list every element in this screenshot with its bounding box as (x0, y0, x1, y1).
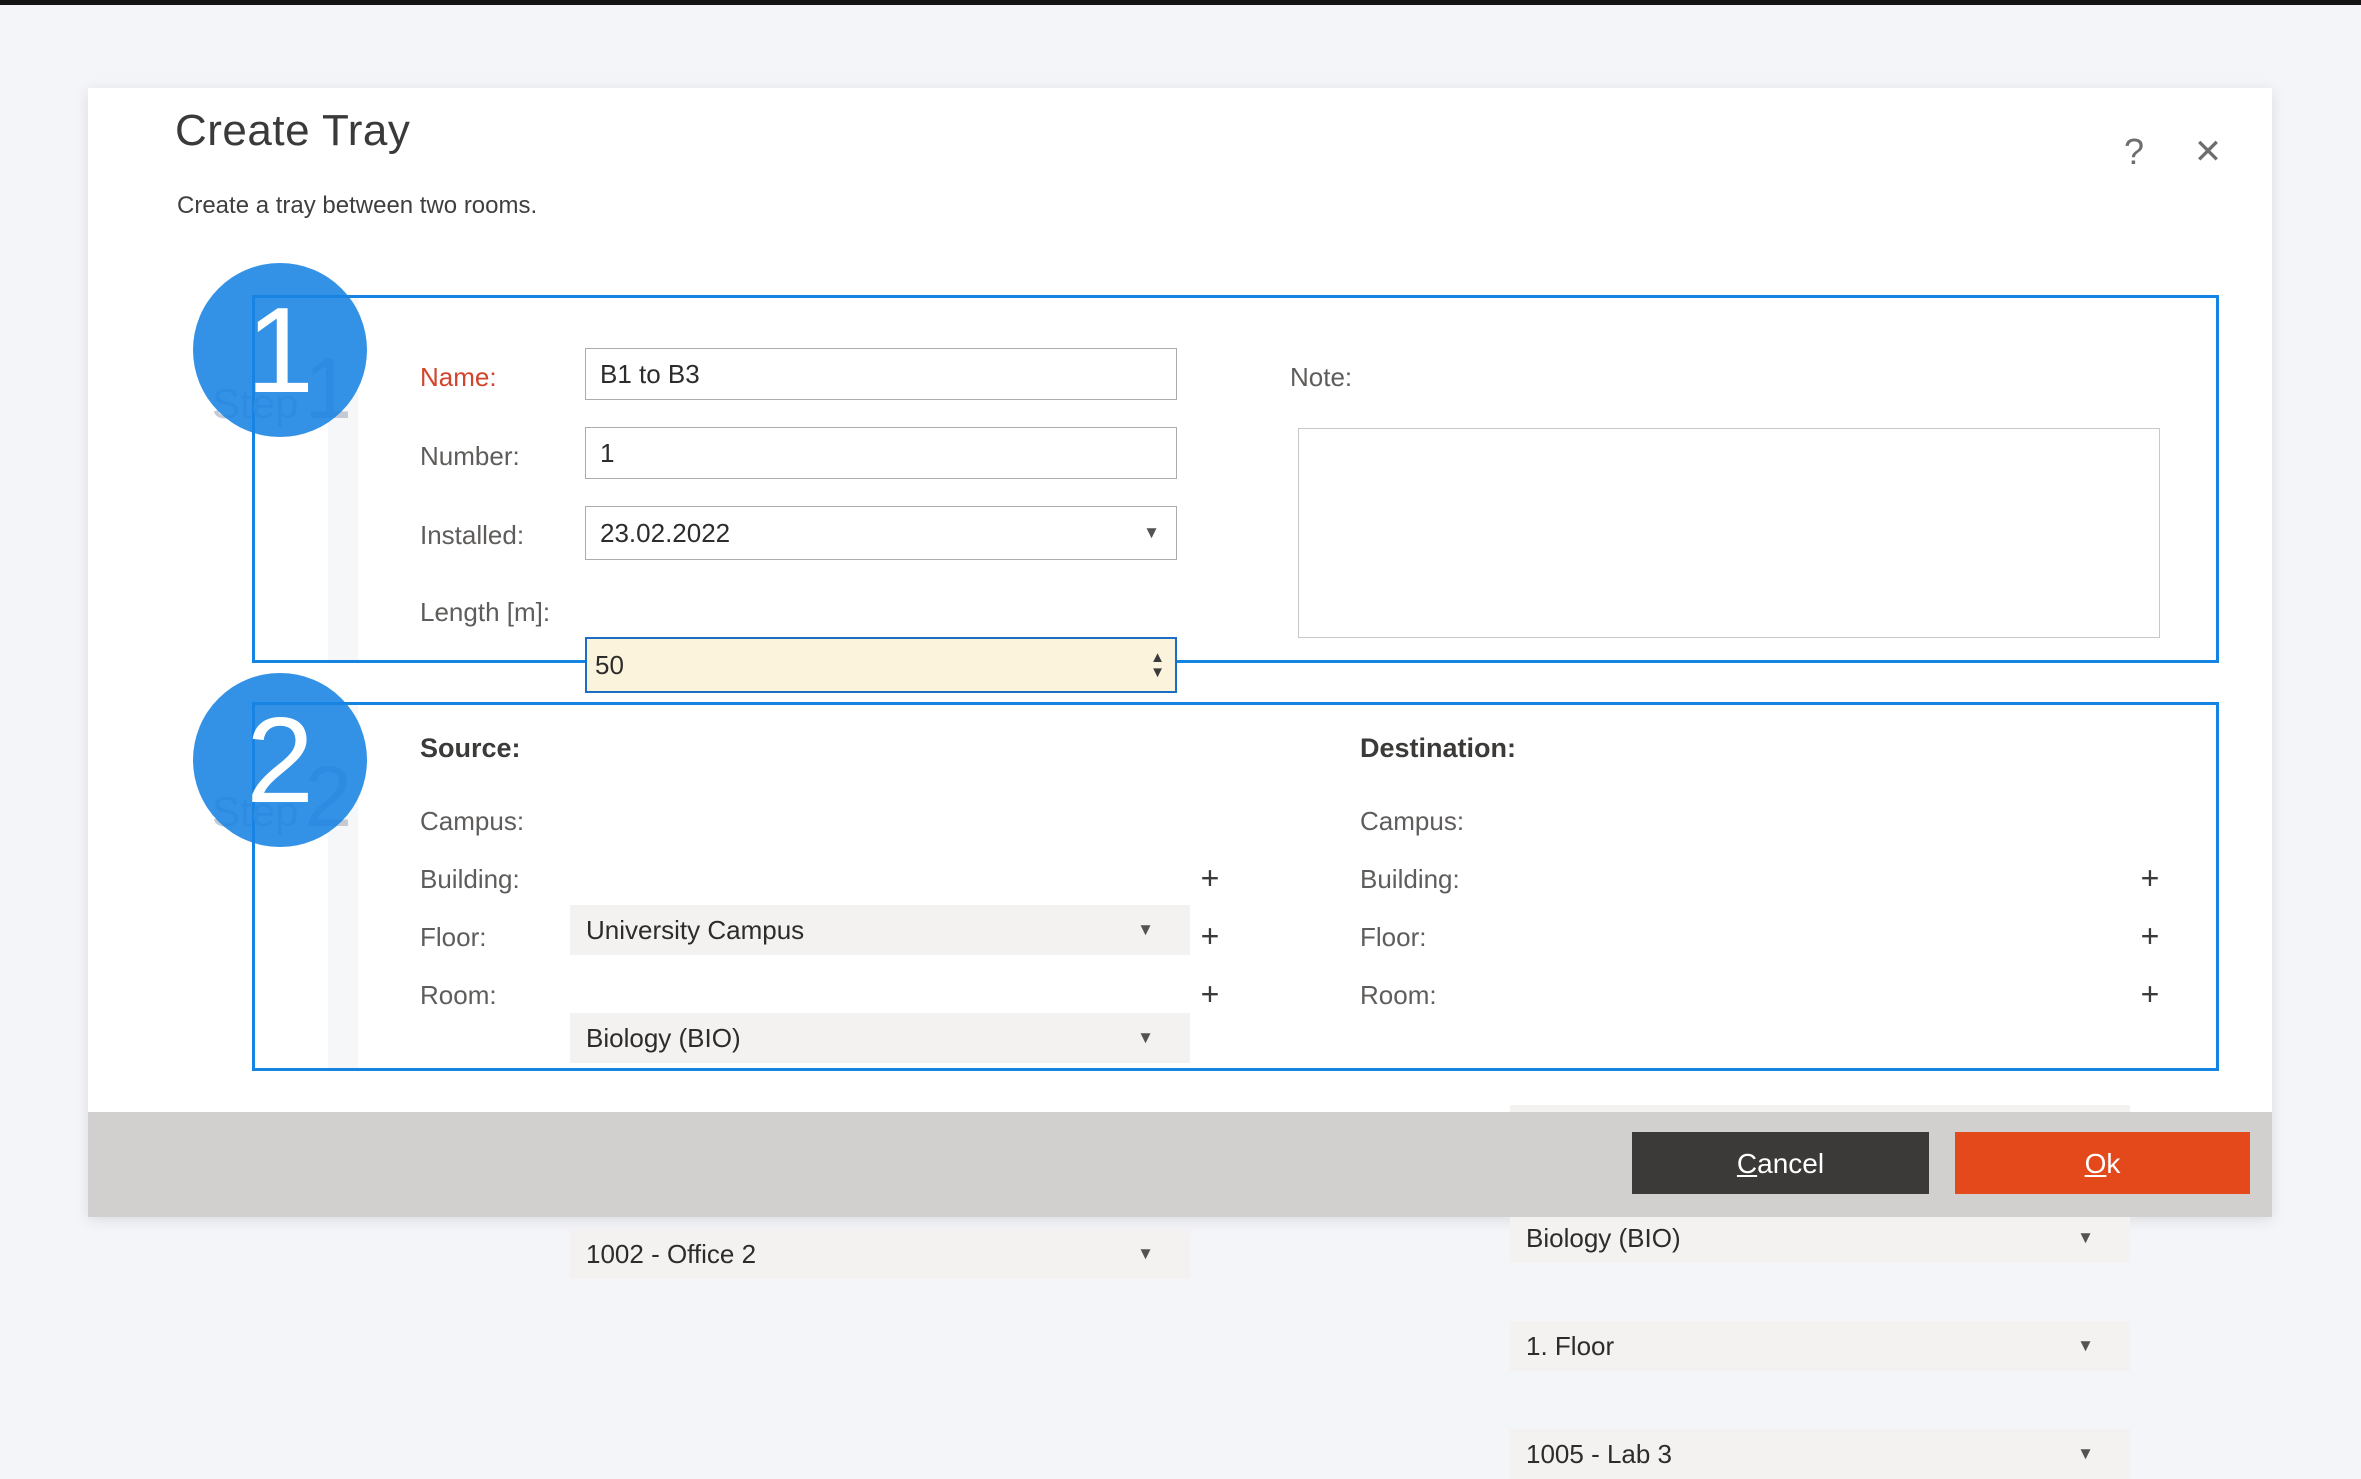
chevron-down-icon[interactable]: ▼ (2077, 1228, 2094, 1248)
source-building-dropdown[interactable]: Biology (BIO) ▼ (570, 1013, 1190, 1063)
source-room-label: Room: (420, 980, 497, 1011)
destination-floor-value: 1. Floor (1526, 1331, 1614, 1362)
source-campus-label: Campus: (420, 806, 524, 837)
step-1-badge-number: 1 (246, 280, 314, 420)
destination-room-dropdown[interactable]: 1005 - Lab 3 ▼ (1510, 1429, 2130, 1479)
source-building-value: Biology (BIO) (586, 1023, 741, 1054)
destination-building-value: Biology (BIO) (1526, 1223, 1681, 1254)
step-2-badge: 2 (193, 673, 367, 847)
number-input[interactable] (585, 427, 1177, 479)
chevron-down-icon[interactable]: ▼ (1137, 1028, 1154, 1048)
dialog-title: Create Tray (175, 106, 410, 156)
top-window-edge (0, 0, 2361, 5)
installed-date-combobox[interactable]: 23.02.2022 ▼ (585, 506, 1177, 560)
step-2-group (252, 702, 2219, 1071)
ok-button[interactable]: Ok (1955, 1132, 2250, 1194)
source-building-add-button[interactable]: + (1192, 856, 1228, 900)
dialog-subtitle: Create a tray between two rooms. (177, 192, 537, 220)
installed-date-value: 23.02.2022 (600, 518, 730, 549)
destination-floor-add-button[interactable]: + (2132, 914, 2168, 958)
destination-room-add-button[interactable]: + (2132, 972, 2168, 1016)
name-input[interactable] (585, 348, 1177, 400)
chevron-down-icon[interactable]: ▼ (1143, 523, 1160, 543)
step-2-badge-number: 2 (246, 690, 314, 830)
note-label: Note: (1290, 362, 1352, 393)
destination-floor-label: Floor: (1360, 922, 1426, 953)
destination-header: Destination: (1360, 733, 1516, 764)
close-icon[interactable]: ✕ (2182, 128, 2234, 176)
step-1-badge: 1 (193, 263, 367, 437)
source-floor-add-button[interactable]: + (1192, 914, 1228, 958)
source-campus-value: University Campus (586, 915, 804, 946)
chevron-down-icon[interactable]: ▼ (2077, 1336, 2094, 1356)
dialog-footer (88, 1112, 2272, 1217)
chevron-down-icon[interactable]: ▼ (1137, 920, 1154, 940)
help-icon[interactable]: ? (2110, 128, 2158, 176)
destination-building-label: Building: (1360, 864, 1460, 895)
length-label: Length [m]: (420, 597, 550, 628)
destination-floor-dropdown[interactable]: 1. Floor ▼ (1510, 1321, 2130, 1371)
length-value: 50 (595, 650, 624, 681)
chevron-down-icon[interactable]: ▼ (1137, 1244, 1154, 1264)
spin-up-icon[interactable]: ▲ (1150, 650, 1165, 665)
source-room-add-button[interactable]: + (1192, 972, 1228, 1016)
source-room-value: 1002 - Office 2 (586, 1239, 756, 1270)
destination-campus-label: Campus: (1360, 806, 1464, 837)
spinner-arrows[interactable]: ▲▼ (1150, 650, 1165, 680)
length-spinner[interactable]: 50 ▲▼ (585, 637, 1177, 693)
destination-building-dropdown[interactable]: Biology (BIO) ▼ (1510, 1213, 2130, 1263)
source-header: Source: (420, 733, 521, 764)
destination-room-value: 1005 - Lab 3 (1526, 1439, 1672, 1470)
destination-room-label: Room: (1360, 980, 1437, 1011)
source-building-label: Building: (420, 864, 520, 895)
chevron-down-icon[interactable]: ▼ (2077, 1444, 2094, 1464)
source-floor-label: Floor: (420, 922, 486, 953)
cancel-button[interactable]: Cancel (1632, 1132, 1929, 1194)
screen: Create Tray Create a tray between two ro… (0, 0, 2361, 1307)
spin-down-icon[interactable]: ▼ (1150, 665, 1165, 680)
name-label: Name: (420, 362, 497, 393)
source-room-dropdown[interactable]: 1002 - Office 2 ▼ (570, 1229, 1190, 1279)
source-campus-dropdown[interactable]: University Campus ▼ (570, 905, 1190, 955)
destination-building-add-button[interactable]: + (2132, 856, 2168, 900)
note-textarea[interactable] (1298, 428, 2160, 638)
installed-label: Installed: (420, 520, 524, 551)
number-label: Number: (420, 441, 520, 472)
